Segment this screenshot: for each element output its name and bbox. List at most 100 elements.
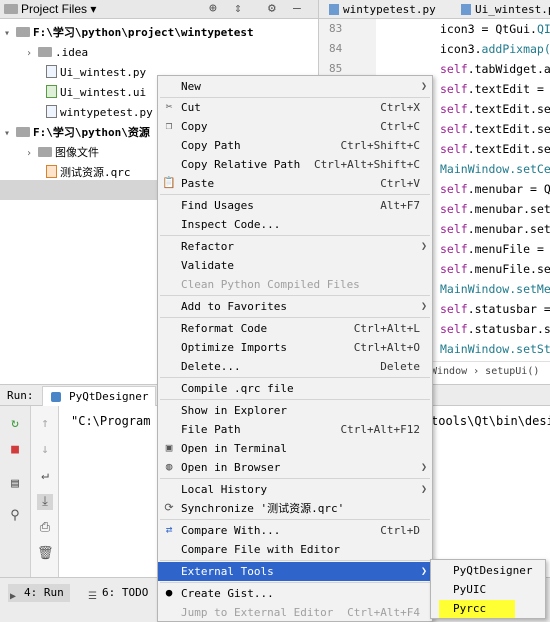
- tree-row-ui-wintest-ui[interactable]: Ui_wintest.ui: [46, 83, 146, 103]
- menu-separator: [160, 478, 430, 479]
- code-line[interactable]: self.tabWidget.a: [440, 62, 550, 76]
- tree-row-wintypetest-root[interactable]: ▾ F:\学习\python\project\wintypetest: [4, 23, 254, 43]
- tree-row-idea[interactable]: › .idea: [26, 43, 88, 63]
- folder-icon: [4, 4, 18, 14]
- menu-item-compare-file-with-editor[interactable]: Compare File with Editor: [158, 540, 432, 559]
- gear-icon[interactable]: ⚙: [268, 1, 276, 16]
- tree-row-image-files[interactable]: › 图像文件: [26, 143, 99, 163]
- menu-item-reformat-code[interactable]: Reformat Code Ctrl+Alt+L: [158, 319, 432, 338]
- python-file-icon: [461, 4, 471, 15]
- scroll-to-end-icon[interactable]: ⤓: [37, 494, 53, 510]
- run-toolbar-secondary: ↑ ↓ ↵ ⤓ ⎙ 🗑: [31, 406, 59, 577]
- menu-item-find-usages[interactable]: Find Usages Alt+F7: [158, 196, 432, 215]
- menu-item-paste[interactable]: 📋 Paste Ctrl+V: [158, 174, 432, 193]
- code-line[interactable]: MainWindow.setMe: [440, 282, 550, 296]
- python-file-icon: [46, 105, 57, 118]
- cut-icon: ✂: [165, 100, 173, 113]
- menu-item-inspect-code[interactable]: Inspect Code...: [158, 215, 432, 234]
- rerun-icon[interactable]: ↻: [7, 416, 23, 432]
- menu-item-open-in-terminal[interactable]: ▣ Open in Terminal: [158, 439, 432, 458]
- menu-item-refactor[interactable]: Refactor ❯: [158, 237, 432, 256]
- minimize-icon[interactable]: —: [293, 1, 301, 16]
- code-line[interactable]: self.menuFile =: [440, 242, 544, 256]
- chevron-down-icon[interactable]: ▾: [4, 24, 16, 44]
- code-line[interactable]: self.menubar.set: [440, 222, 550, 236]
- menu-separator: [160, 235, 430, 236]
- code-line[interactable]: icon3.addPixmap(: [440, 42, 550, 56]
- target-icon[interactable]: ⊕: [209, 1, 217, 16]
- pin-icon[interactable]: ⚲: [7, 508, 23, 524]
- arrow-down-icon[interactable]: ↓: [37, 442, 53, 458]
- editor-tab-bar: wintypetest.py Ui_wintest.py: [318, 0, 550, 19]
- chevron-right-icon: ❯: [420, 566, 427, 577]
- menu-item-compile-qrc[interactable]: Compile .qrc file: [158, 379, 432, 398]
- code-line[interactable]: MainWindow.setCe: [440, 162, 550, 176]
- code-line[interactable]: self.menubar = Q: [440, 182, 550, 196]
- line-number: 83: [329, 22, 343, 35]
- menu-separator: [160, 295, 430, 296]
- collapse-icon[interactable]: ⇕: [234, 1, 242, 16]
- menu-item-optimize-imports[interactable]: Optimize Imports Ctrl+Alt+O: [158, 338, 432, 357]
- submenu-item-pyqtdesigner[interactable]: PyQtDesigner: [431, 561, 545, 580]
- menu-item-create-gist[interactable]: ● Create Gist...: [158, 584, 432, 603]
- folder-icon: [38, 147, 52, 157]
- qrc-file-icon: [46, 165, 57, 178]
- code-line[interactable]: self.menuFile.se: [440, 262, 550, 276]
- menu-item-validate[interactable]: Validate: [158, 256, 432, 275]
- menu-item-open-in-browser[interactable]: ◍ Open in Browser ❯: [158, 458, 432, 477]
- stop-icon[interactable]: ■: [7, 442, 23, 458]
- tab-ui-wintest-py[interactable]: Ui_wintest.py: [457, 0, 550, 19]
- chevron-down-icon[interactable]: ▾: [4, 124, 16, 144]
- list-icon: ☰: [88, 591, 97, 602]
- tool-window-run[interactable]: ▶ 4: Run: [8, 584, 70, 602]
- submenu-item-pyuic[interactable]: PyUIC: [431, 580, 545, 599]
- menu-separator: [160, 317, 430, 318]
- submenu-item-pyrcc[interactable]: Pyrcc: [431, 599, 545, 618]
- code-line[interactable]: icon3 = QtGui.QI: [440, 22, 550, 36]
- menu-item-copy-relative-path[interactable]: Copy Relative Path Ctrl+Alt+Shift+C: [158, 155, 432, 174]
- code-line[interactable]: self.menubar.set: [440, 202, 550, 216]
- menu-item-file-path[interactable]: File Path Ctrl+Alt+F12: [158, 420, 432, 439]
- code-line[interactable]: self.textEdit.se: [440, 142, 550, 156]
- layout-icon[interactable]: ▤: [7, 476, 23, 492]
- print-icon[interactable]: ⎙: [37, 520, 53, 536]
- menu-item-compare-with[interactable]: ⇄ Compare With... Ctrl+D: [158, 521, 432, 540]
- menu-item-copy[interactable]: ❐ Copy Ctrl+C: [158, 117, 432, 136]
- tree-row-test-resource-qrc[interactable]: 测试资源.qrc: [46, 163, 131, 183]
- chevron-right-icon[interactable]: ›: [26, 44, 38, 64]
- menu-item-copy-path[interactable]: Copy Path Ctrl+Shift+C: [158, 136, 432, 155]
- menu-item-cut[interactable]: ✂ Cut Ctrl+X: [158, 98, 432, 117]
- code-line[interactable]: self.textEdit =: [440, 82, 544, 96]
- menu-item-show-in-explorer[interactable]: Show in Explorer: [158, 401, 432, 420]
- code-line[interactable]: self.statusbar.s: [440, 322, 550, 336]
- tree-row-resources-root[interactable]: ▾ F:\学习\python\资源: [4, 123, 150, 143]
- chevron-right-icon[interactable]: ›: [26, 144, 38, 164]
- tool-window-todo[interactable]: ☰ 6: TODO: [86, 584, 148, 602]
- code-line[interactable]: self.statusbar =: [440, 302, 550, 316]
- menu-item-add-to-favorites[interactable]: Add to Favorites ❯: [158, 297, 432, 316]
- menu-item-new[interactable]: New ❯: [158, 77, 432, 96]
- tree-row-wintypetest-py[interactable]: wintypetest.py: [46, 103, 153, 123]
- run-tab-pyqtdesigner[interactable]: PyQtDesigner: [42, 386, 156, 406]
- chevron-right-icon: ❯: [420, 81, 427, 92]
- run-label: Run:: [7, 389, 34, 402]
- trash-icon[interactable]: 🗑: [37, 546, 54, 562]
- menu-item-synchronize[interactable]: ⟳ Synchronize '测试资源.qrc': [158, 499, 432, 518]
- tab-wintypetest-py[interactable]: wintypetest.py: [325, 0, 436, 19]
- copy-icon: ❐: [165, 119, 173, 132]
- menu-item-delete[interactable]: Delete... Delete: [158, 357, 432, 376]
- code-line[interactable]: self.textEdit.se: [440, 102, 550, 116]
- tree-row-ui-wintest-py[interactable]: Ui_wintest.py: [46, 63, 146, 83]
- code-line[interactable]: MainWindow.setSt: [440, 342, 550, 356]
- python-file-icon: [329, 4, 339, 15]
- code-line[interactable]: self.textEdit.se: [440, 122, 550, 136]
- arrow-up-icon[interactable]: ↑: [37, 416, 53, 432]
- chevron-right-icon: ❯: [420, 241, 427, 252]
- soft-wrap-icon[interactable]: ↵: [37, 468, 53, 484]
- globe-icon: ◍: [165, 460, 173, 473]
- project-panel-title[interactable]: Project Files ▾: [4, 2, 96, 16]
- menu-separator: [160, 399, 430, 400]
- menu-item-local-history[interactable]: Local History ❯: [158, 480, 432, 499]
- menu-item-external-tools[interactable]: External Tools ❯: [158, 562, 432, 581]
- menu-item-jump-to-external-editor: Jump to External Editor Ctrl+Alt+F4: [181, 606, 420, 619]
